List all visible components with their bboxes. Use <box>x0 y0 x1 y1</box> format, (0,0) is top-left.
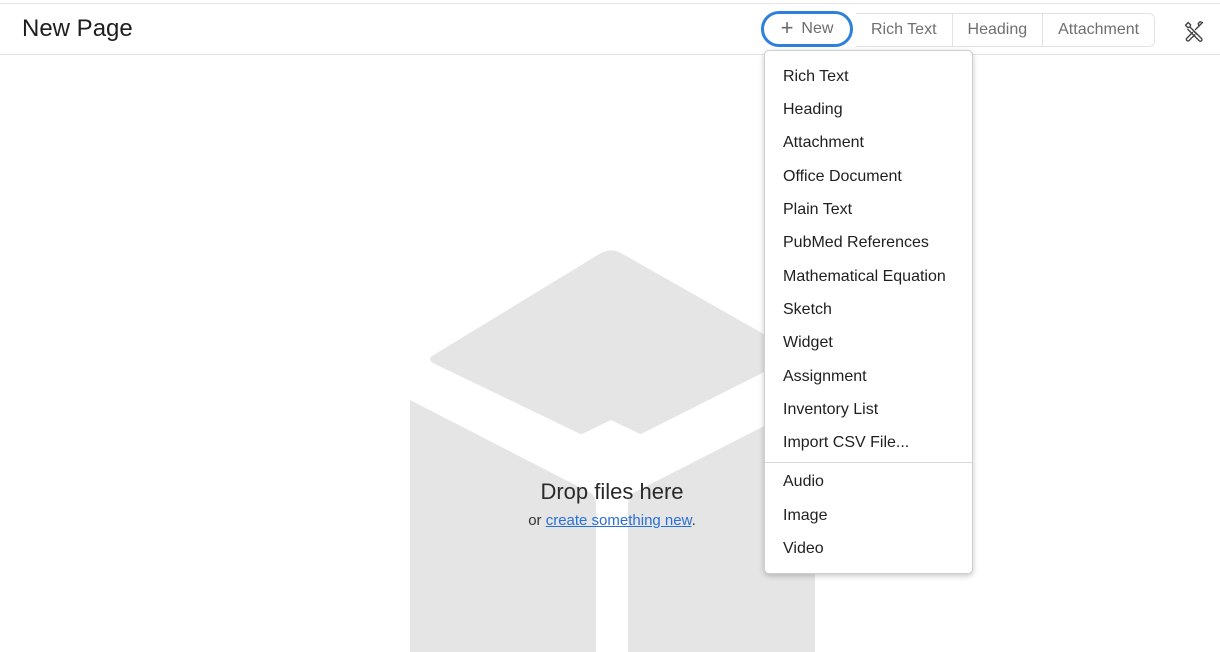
menu-item-pubmed-references[interactable]: PubMed References <box>783 233 929 253</box>
drop-sub-prefix: or <box>528 512 546 529</box>
menu-item-plain-text[interactable]: Plain Text <box>783 200 852 220</box>
menu-item-widget[interactable]: Widget <box>783 333 833 353</box>
drop-title: Drop files here <box>540 479 684 504</box>
menu-item-image[interactable]: Image <box>783 506 827 526</box>
quick-add-toolbar: Rich Text Heading Attachment <box>856 13 1156 47</box>
new-item-menu: Rich Text Heading Attachment Office Docu… <box>764 50 973 574</box>
menu-item-office-document[interactable]: Office Document <box>783 167 902 187</box>
new-button-label: New <box>801 20 834 37</box>
page-header: New Page + New Rich Text Heading Attachm… <box>0 4 1220 55</box>
menu-item-audio[interactable]: Audio <box>783 472 824 492</box>
attachment-button[interactable]: Attachment <box>1042 14 1155 46</box>
menu-item-mathematical-equation[interactable]: Mathematical Equation <box>783 267 946 287</box>
menu-item-rich-text[interactable]: Rich Text <box>783 67 849 87</box>
menu-item-sketch[interactable]: Sketch <box>783 300 832 320</box>
menu-item-attachment[interactable]: Attachment <box>783 133 864 153</box>
menu-item-video[interactable]: Video <box>783 539 824 559</box>
menu-item-import-csv[interactable]: Import CSV File... <box>783 433 909 453</box>
drop-sub-suffix: . <box>691 512 696 529</box>
menu-item-inventory-list[interactable]: Inventory List <box>783 400 878 420</box>
plus-icon: + <box>780 15 794 40</box>
box-icon <box>410 250 815 652</box>
tools-icon[interactable] <box>1182 19 1206 43</box>
create-something-new-link[interactable]: create something new <box>546 512 692 529</box>
heading-button[interactable]: Heading <box>951 14 1043 46</box>
menu-item-assignment[interactable]: Assignment <box>783 367 867 387</box>
rich-text-button[interactable]: Rich Text <box>856 14 952 46</box>
app: New Page + New Rich Text Heading Attachm… <box>0 0 1220 652</box>
menu-divider <box>765 462 972 463</box>
page-title[interactable]: New Page <box>22 15 133 43</box>
menu-item-heading[interactable]: Heading <box>783 100 843 120</box>
drop-subtitle: or create something new. <box>462 512 762 529</box>
new-button[interactable]: + New <box>761 11 853 47</box>
